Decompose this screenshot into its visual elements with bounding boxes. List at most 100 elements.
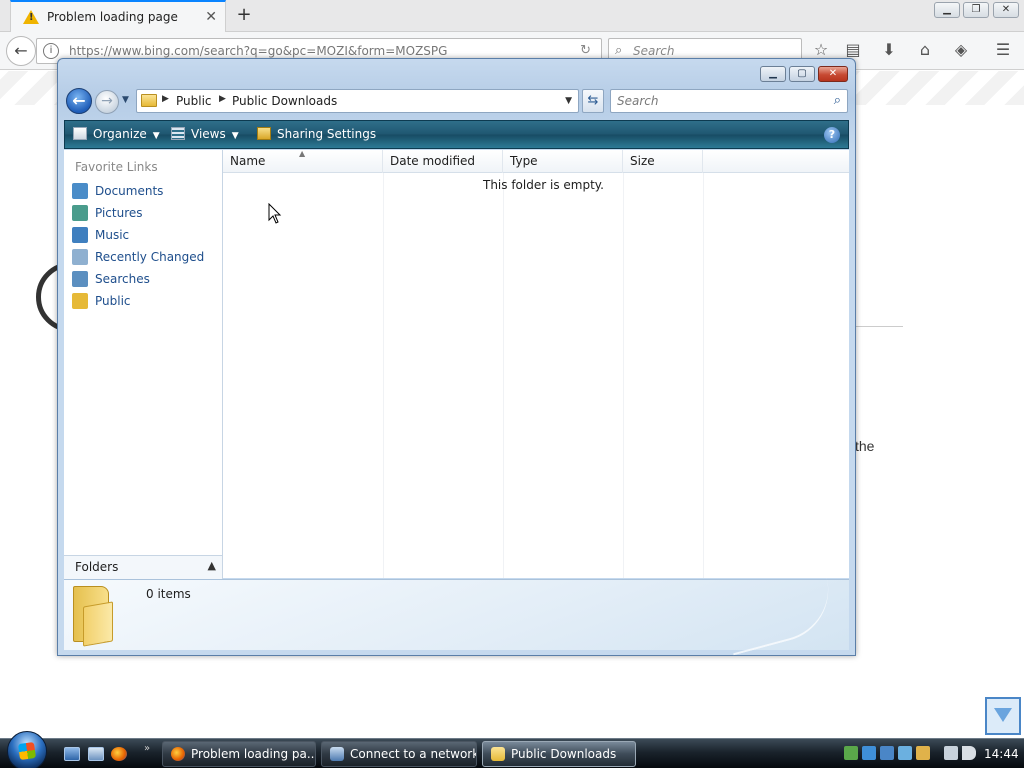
organize-button[interactable]: Organize ▼ [73, 127, 160, 141]
clock[interactable]: 14:44 [984, 747, 1019, 761]
connection-tray-icon[interactable] [944, 746, 958, 760]
sync-tray-icon[interactable] [916, 746, 930, 760]
recent-pages-dropdown-icon[interactable]: ▼ [122, 95, 129, 105]
column-divider [703, 173, 704, 578]
browser-close-button[interactable]: ✕ [993, 2, 1019, 18]
show-desktop-icon[interactable] [64, 747, 80, 761]
explorer-close-button[interactable]: ✕ [818, 66, 848, 82]
column-header-type[interactable]: Type [503, 150, 623, 173]
views-label: Views [191, 127, 226, 141]
display-tray-icon[interactable] [880, 746, 894, 760]
breadcrumb[interactable]: ▶ Public ▶ Public Downloads ▼ [136, 89, 579, 113]
views-icon [171, 127, 185, 140]
command-bar: Organize ▼ Views ▼ Sharing Settings ? [64, 120, 849, 149]
navigation-pane: Favorite Links Documents Pictures Music … [64, 150, 223, 578]
quicklaunch-overflow-icon[interactable]: » [144, 743, 150, 754]
pocket-icon[interactable]: ◈ [950, 40, 972, 62]
firefox-icon [171, 747, 185, 761]
reload-icon[interactable]: ↻ [580, 43, 591, 58]
breadcrumb-chevron-icon[interactable]: ▶ [162, 94, 169, 104]
switch-windows-icon[interactable] [88, 747, 104, 761]
close-tab-icon[interactable]: ✕ [205, 9, 217, 25]
download-arrow-icon[interactable] [985, 697, 1021, 735]
organize-label: Organize [93, 127, 147, 141]
pictures-icon [72, 205, 88, 221]
public-folder-icon [72, 293, 88, 309]
volume-icon[interactable] [962, 746, 976, 760]
file-list-pane[interactable]: Name ▲ Date modified Type Size This fold… [223, 149, 849, 578]
recently-changed-icon [72, 249, 88, 265]
site-info-icon[interactable]: i [43, 43, 59, 59]
network-tray-icon[interactable] [862, 746, 876, 760]
home-icon[interactable]: ⌂ [914, 40, 936, 62]
nav-link-label: Public [95, 294, 131, 308]
help-icon[interactable]: ? [824, 127, 840, 143]
chevron-down-icon: ▼ [231, 131, 239, 141]
nav-link-pictures[interactable]: Pictures [70, 203, 220, 223]
nav-link-documents[interactable]: Documents [70, 181, 220, 201]
column-header-size[interactable]: Size [623, 150, 703, 173]
column-divider [503, 173, 504, 578]
firefox-quicklaunch-icon[interactable] [111, 747, 127, 761]
refresh-button[interactable]: ⇆ [582, 89, 604, 113]
explorer-search-placeholder: Search [617, 94, 659, 108]
column-header-name[interactable]: Name ▲ [223, 149, 383, 173]
menu-icon[interactable]: ☰ [992, 40, 1014, 62]
documents-icon [72, 183, 88, 199]
taskbar-button-label: Connect to a network [350, 747, 477, 761]
taskbar-button-firefox[interactable]: Problem loading pa... [162, 741, 316, 767]
nav-link-recently-changed[interactable]: Recently Changed [70, 247, 220, 267]
sharing-icon [257, 127, 271, 140]
new-tab-button[interactable]: + [235, 4, 253, 26]
taskbar-button-label: Public Downloads [511, 747, 617, 761]
views-button[interactable]: Views ▼ [171, 127, 239, 141]
taskbar-button-public-downloads[interactable]: Public Downloads [482, 741, 636, 767]
browser-restore-button[interactable]: ❐ [963, 2, 989, 18]
downloads-icon[interactable]: ⬇ [878, 40, 900, 62]
taskbar-button-connect-network[interactable]: Connect to a network [321, 741, 477, 767]
sharing-settings-button[interactable]: Sharing Settings [257, 127, 376, 141]
sort-ascending-icon: ▲ [299, 149, 306, 158]
column-divider [383, 173, 384, 578]
column-header-date-modified[interactable]: Date modified [383, 150, 503, 173]
browser-tab-bar: Problem loading page ✕ + ▁ ❐ ✕ [0, 0, 1024, 33]
browser-back-button[interactable]: ← [6, 36, 36, 66]
mouse-cursor-icon [268, 203, 282, 224]
nav-link-music[interactable]: Music [70, 225, 220, 245]
explorer-minimize-button[interactable]: ▁ [760, 66, 786, 82]
folders-toggle[interactable]: Folders ▲ [64, 555, 223, 579]
details-pane: 0 items [64, 576, 849, 656]
windows-update-tray-icon[interactable] [898, 746, 912, 760]
nav-link-public[interactable]: Public [70, 291, 220, 311]
browser-minimize-button[interactable]: ▁ [934, 2, 960, 18]
address-row: ← → ▼ ▶ Public ▶ Public Downloads ▼ ⇆ Se… [64, 87, 851, 115]
column-divider [623, 173, 624, 578]
explorer-window: ▁ ▢ ✕ ← → ▼ ▶ Public ▶ Public Downloads … [57, 58, 856, 656]
search-icon[interactable]: ⌕ [834, 93, 841, 108]
page-divider [855, 326, 903, 327]
breadcrumb-chevron-icon[interactable]: ▶ [219, 94, 226, 104]
forward-button[interactable]: → [95, 90, 119, 114]
empty-folder-message: This folder is empty. [483, 178, 604, 192]
security-tray-icon[interactable] [844, 746, 858, 760]
breadcrumb-public-downloads[interactable]: Public Downloads [232, 94, 337, 108]
page-text-fragment: the [855, 438, 875, 454]
organize-icon [73, 127, 87, 140]
column-label: Name [230, 154, 266, 168]
explorer-maximize-button[interactable]: ▢ [789, 66, 815, 82]
search-icon: ⌕ [615, 43, 623, 58]
address-dropdown-icon[interactable]: ▼ [565, 96, 572, 106]
explorer-search-box[interactable]: Search ⌕ [610, 89, 848, 113]
browser-tab-title: Problem loading page [47, 10, 178, 24]
browser-tab[interactable]: Problem loading page ✕ [10, 0, 226, 33]
nav-link-label: Recently Changed [95, 250, 205, 264]
taskbar: » Problem loading pa... Connect to a net… [0, 731, 1024, 768]
folders-label: Folders [75, 560, 119, 574]
nav-link-searches[interactable]: Searches [70, 269, 220, 289]
column-label: Date modified [390, 154, 476, 168]
item-count: 0 items [146, 587, 191, 601]
favorite-links-header: Favorite Links [75, 160, 158, 174]
breadcrumb-public[interactable]: Public [176, 94, 212, 108]
back-button[interactable]: ← [66, 88, 92, 114]
start-button[interactable] [7, 731, 47, 768]
